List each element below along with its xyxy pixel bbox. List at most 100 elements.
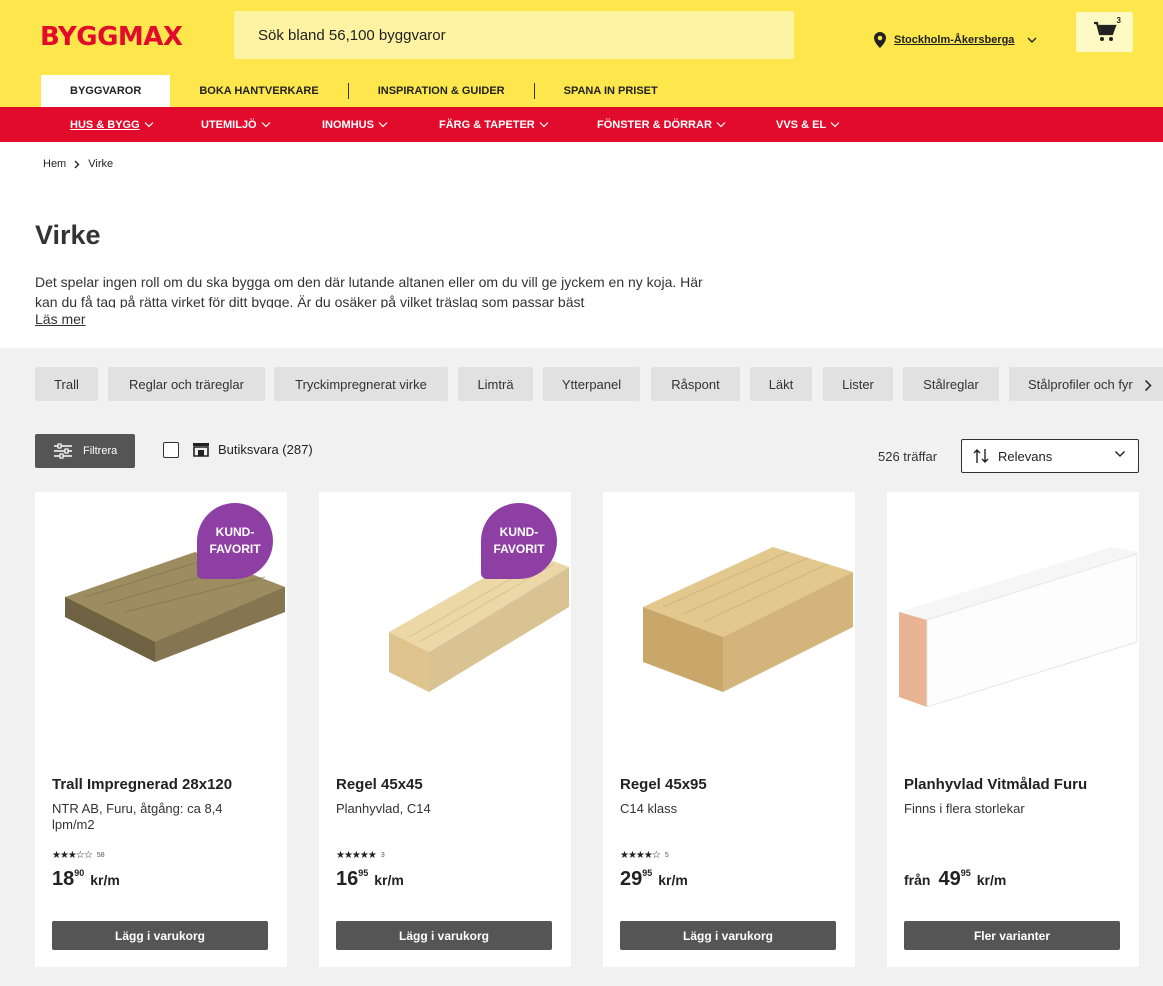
chip-limtra[interactable]: Limträ (458, 367, 533, 401)
breadcrumb-home[interactable]: Hem (43, 158, 66, 170)
product-image[interactable] (603, 492, 855, 752)
price-decimals: 95 (358, 868, 369, 878)
category-farg-tapeter[interactable]: FÄRG & TAPETER (439, 107, 549, 142)
chevron-down-icon (378, 122, 388, 128)
product-card[interactable]: Planhyvlad Vitmålad Furu Finns i flera s… (887, 492, 1139, 967)
store-selector[interactable]: Stockholm-Åkersberga (872, 31, 1038, 49)
in-stock-text: Butiksvara (287) (218, 442, 313, 457)
add-to-cart-button[interactable]: Lägg i varukorg (620, 921, 836, 950)
sort-value: Relevans (998, 448, 1053, 464)
badge-line: FAVORIT (209, 542, 261, 556)
chevron-down-icon (1115, 451, 1125, 457)
product-image[interactable]: KUND- FAVORIT (35, 492, 287, 752)
product-card[interactable]: KUND- FAVORIT Trall Impregnerad 28x120 N… (35, 492, 287, 967)
product-title[interactable]: Trall Impregnerad 28x120 (52, 776, 232, 793)
tab-spana-in-priset[interactable]: SPANA IN PRISET (535, 75, 687, 107)
category-inomhus[interactable]: INOMHUS (322, 107, 388, 142)
kundfavorit-badge: KUND- FAVORIT (197, 503, 273, 579)
more-variants-button[interactable]: Fler varianter (904, 921, 1120, 950)
add-to-cart-button[interactable]: Lägg i varukorg (52, 921, 268, 950)
search-input[interactable]: Sök bland 56,100 byggvaror (234, 11, 794, 59)
chip-raspont[interactable]: Råspont (651, 367, 740, 401)
category-vvs-el[interactable]: VVS & EL (776, 107, 840, 142)
product-rating: ★★★★★ 3 (336, 850, 385, 861)
product-card[interactable]: KUND- FAVORIT Regel 45x45 Planhyvlad, C1… (319, 492, 571, 967)
chip-lakt[interactable]: Läkt (750, 367, 812, 401)
cart-button[interactable]: 3 (1076, 12, 1133, 52)
sort-icon (973, 449, 989, 463)
chip-stalreglar[interactable]: Stålreglar (903, 367, 999, 401)
regel-45x95-image (643, 547, 853, 692)
chevron-down-icon (144, 122, 154, 128)
price-integer: 29 (620, 868, 643, 890)
price-from: från (904, 872, 931, 888)
tab-boka-hantverkare[interactable]: BOKA HANTVERKARE (170, 75, 347, 107)
hits-count: 526 träffar (878, 449, 938, 464)
price-integer: 16 (336, 868, 359, 890)
chevron-right-icon (1144, 379, 1152, 391)
tab-byggvaror[interactable]: BYGGVAROR (41, 75, 171, 107)
price-unit: kr/m (374, 872, 404, 888)
product-title[interactable]: Planhyvlad Vitmålad Furu (904, 776, 1087, 793)
product-image[interactable] (887, 492, 1139, 752)
category-hus-bygg[interactable]: HUS & BYGG (70, 107, 154, 142)
chip-ytterpanel[interactable]: Ytterpanel (543, 367, 640, 401)
chip-tryckimpregnerat[interactable]: Tryckimpregnerat virke (274, 367, 448, 401)
category-fonster-dorrar[interactable]: FÖNSTER & DÖRRAR (597, 107, 726, 142)
product-rating: ★★★★☆ 5 (620, 850, 669, 861)
main-tabs: BYGGVAROR BOKA HANTVERKARE INSPIRATION &… (41, 75, 687, 107)
product-price: 18 90 kr/m (52, 868, 120, 891)
product-image[interactable]: KUND- FAVORIT (319, 492, 571, 752)
rating-stars: ★★★★★ (336, 850, 377, 861)
product-price: från 49 95 kr/m (904, 868, 1006, 891)
price-decimals: 90 (74, 868, 85, 878)
sliders-icon (54, 443, 72, 459)
read-more-link[interactable]: Läs mer (35, 311, 86, 327)
in-stock-label[interactable]: Butiksvara (287) (192, 442, 313, 457)
price-unit: kr/m (90, 872, 120, 888)
product-title[interactable]: Regel 45x95 (620, 776, 707, 793)
price-unit: kr/m (976, 872, 1007, 888)
filter-button[interactable]: Filtrera (35, 434, 135, 468)
chevron-right-icon (74, 160, 80, 168)
tab-inspiration[interactable]: INSPIRATION & GUIDER (349, 75, 534, 107)
product-title[interactable]: Regel 45x45 (336, 776, 423, 793)
category-utemiljo[interactable]: UTEMILJÖ (201, 107, 271, 142)
product-card[interactable]: Regel 45x95 C14 klass ★★★★☆ 5 29 95 kr/m… (603, 492, 855, 967)
chevron-down-icon (716, 122, 726, 128)
sort-select[interactable]: Relevans (961, 439, 1139, 473)
chip-lister[interactable]: Lister (823, 367, 893, 401)
product-rating: ★★★☆☆ 58 (52, 850, 105, 861)
rating-stars: ★★★☆☆ (52, 850, 93, 861)
product-subtitle: Planhyvlad, C14 (336, 801, 431, 816)
product-subtitle: Finns i flera storlekar (904, 801, 1025, 816)
category-label: UTEMILJÖ (201, 118, 257, 131)
page-title: Virke (35, 220, 101, 250)
category-label: INOMHUS (322, 118, 374, 131)
rating-count: 5 (664, 852, 669, 859)
product-price: 29 95 kr/m (620, 868, 688, 891)
chevron-down-icon (1027, 37, 1037, 43)
chip-trall[interactable]: Trall (35, 367, 98, 401)
chip-reglar[interactable]: Reglar och träreglar (108, 367, 265, 401)
chevron-down-icon (830, 122, 840, 128)
price-integer: 49 (938, 868, 961, 890)
badge-line: FAVORIT (493, 542, 545, 556)
in-stock-checkbox[interactable] (163, 442, 179, 458)
search-placeholder: Sök bland 56,100 byggvaror (258, 26, 446, 44)
chips-scroll-right[interactable] (1138, 375, 1158, 395)
rating-count: 58 (96, 852, 105, 859)
byggmax-logo[interactable]: BYGGMAX (40, 22, 183, 52)
kundfavorit-badge: KUND- FAVORIT (481, 503, 557, 579)
category-label: VVS & EL (776, 118, 827, 131)
breadcrumb: Hem Virke (43, 158, 113, 170)
chevron-down-icon (261, 122, 271, 128)
price-decimals: 95 (960, 868, 971, 878)
category-nav: HUS & BYGG UTEMILJÖ INOMHUS FÄRG & TAPET… (0, 107, 1163, 142)
site-header: BYGGMAX Sök bland 56,100 byggvaror Stock… (0, 0, 1163, 107)
category-label: FÖNSTER & DÖRRAR (597, 118, 712, 131)
price-unit: kr/m (658, 872, 688, 888)
product-subtitle: C14 klass (620, 801, 678, 816)
category-label: HUS & BYGG (70, 118, 140, 131)
add-to-cart-button[interactable]: Lägg i varukorg (336, 921, 552, 950)
